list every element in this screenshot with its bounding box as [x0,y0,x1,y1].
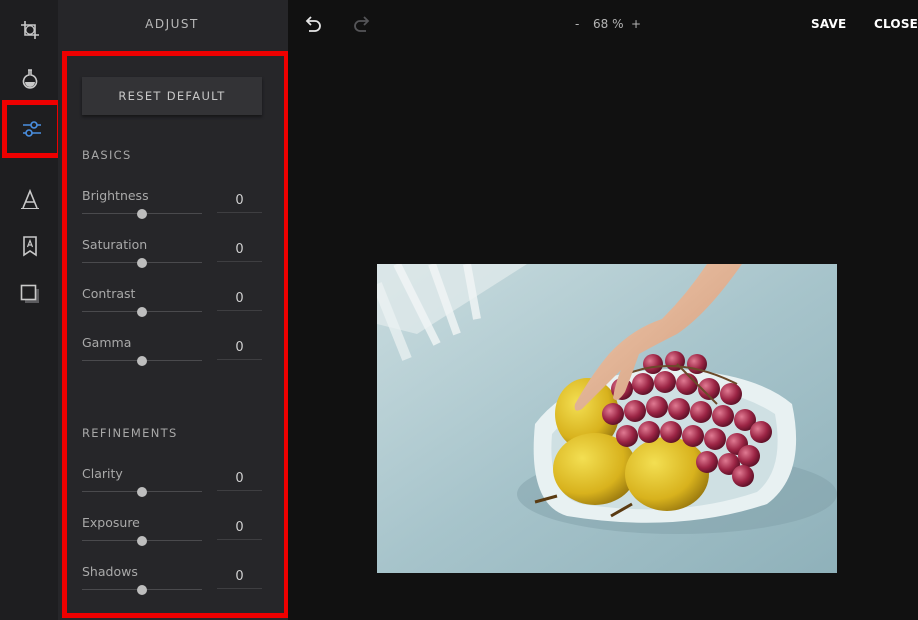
slider-clarity: Clarity 0 [82,466,262,512]
text-tool-button[interactable] [4,175,56,223]
slider-label: Exposure [82,515,140,530]
crop-icon [21,21,39,39]
shadows-value-input[interactable]: 0 [217,564,262,589]
zoom-in-button[interactable]: + [631,17,641,31]
adjust-tool-button[interactable] [2,100,62,158]
slider-saturation: Saturation 0 [82,237,262,283]
slider-label: Saturation [82,237,148,252]
slider-handle[interactable] [137,258,147,268]
photo-canvas[interactable] [377,264,837,573]
adjust-panel: ADJUST RESET DEFAULT BASICS Brightness 0… [58,0,288,620]
contrast-value-input[interactable]: 0 [217,286,262,311]
tool-rail [0,0,62,620]
frame-icon [20,284,39,303]
clarity-value-input[interactable]: 0 [217,466,262,491]
redo-button[interactable] [351,13,373,35]
zoom-level: 68 % [593,17,624,31]
slider-label: Clarity [82,466,123,481]
slider-handle[interactable] [137,307,147,317]
slider-contrast: Contrast 0 [82,286,262,332]
sliders-icon [23,121,41,137]
close-button[interactable]: CLOSE [874,17,918,31]
slider-handle[interactable] [137,209,147,219]
slider-label: Shadows [82,564,138,579]
undo-icon [305,16,321,32]
section-refinements-title: REFINEMENTS [82,426,178,440]
panel-title: ADJUST [145,17,199,31]
flask-icon [22,69,38,89]
redo-icon [354,16,370,32]
zoom-out-button[interactable]: - [575,17,579,31]
gamma-value-input[interactable]: 0 [217,335,262,360]
undo-button[interactable] [302,13,324,35]
slider-handle[interactable] [137,585,147,595]
slider-gamma: Gamma 0 [82,335,262,381]
slider-handle[interactable] [137,487,147,497]
slider-shadows: Shadows 0 [82,564,262,610]
sticker-tool-button[interactable] [4,222,56,270]
slider-handle[interactable] [137,356,147,366]
slider-label: Brightness [82,188,149,203]
frame-tool-button[interactable] [4,270,56,318]
text-icon [21,188,39,209]
section-basics-title: BASICS [82,148,132,162]
reset-default-button[interactable]: RESET DEFAULT [82,77,262,115]
brightness-value-input[interactable]: 0 [217,188,262,213]
slider-handle[interactable] [137,536,147,546]
save-button[interactable]: SAVE [811,17,846,31]
bookmark-icon [23,236,37,257]
slider-brightness: Brightness 0 [82,188,262,234]
slider-label: Gamma [82,335,132,350]
saturation-value-input[interactable]: 0 [217,237,262,262]
crop-tool-button[interactable] [4,6,56,54]
slider-exposure: Exposure 0 [82,515,262,561]
exposure-value-input[interactable]: 0 [217,515,262,540]
photo-image [377,264,837,573]
filter-tool-button[interactable] [4,54,56,102]
slider-label: Contrast [82,286,136,301]
